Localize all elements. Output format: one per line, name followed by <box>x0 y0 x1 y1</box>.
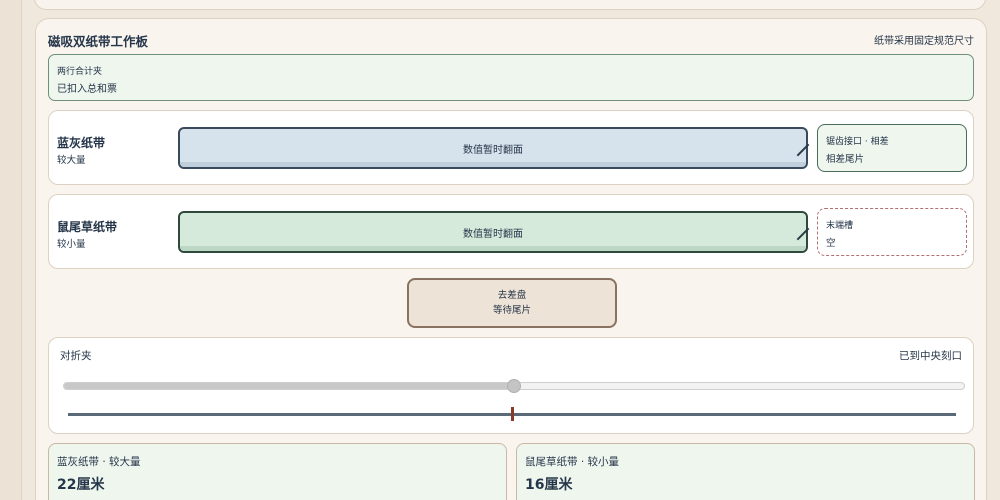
result-value: 22厘米 <box>57 477 105 493</box>
fold-clip-panel: 对折夹 已到中央刻口 <box>48 337 974 434</box>
tape-bar-sage[interactable]: 数值暂时翻面 <box>178 211 808 253</box>
tape-bar-blue-gray[interactable]: 数值暂时翻面 <box>178 127 808 169</box>
tape-name: 蓝灰纸带 <box>57 136 106 150</box>
tape-quantity: 较大量 <box>57 155 86 166</box>
tape-quantity: 较小量 <box>57 239 86 250</box>
tape-row-sage: 鼠尾草纸带 较小量 数值暂时翻面 末端槽 空 <box>48 194 974 269</box>
previous-card <box>34 0 986 10</box>
tape-end-slot[interactable]: 末端槽 空 <box>817 208 967 256</box>
slot-label: 锯齿接口 · 相差 <box>826 137 889 147</box>
slot-value: 空 <box>826 238 836 249</box>
fold-slider[interactable] <box>63 379 965 393</box>
fold-clip-label: 对折夹 <box>60 350 92 362</box>
sum-clip[interactable]: 两行合计夹 已扣入总和票 <box>48 54 974 101</box>
fold-clip-status: 已到中央刻口 <box>899 350 962 362</box>
difference-tray[interactable]: 去差盘 等待尾片 <box>407 278 617 328</box>
center-ruler <box>68 407 956 421</box>
result-label: 鼠尾草纸带 · 较小量 <box>525 456 620 468</box>
result-value: 16厘米 <box>525 477 573 493</box>
tape-row-blue-gray: 蓝灰纸带 较大量 数值暂时翻面 锯齿接口 · 相差 相差尾片 <box>48 110 974 185</box>
tape-workboard: 磁吸双纸带工作板 纸带采用固定规范尺寸 两行合计夹 已扣入总和票 蓝灰纸带 较大… <box>35 18 987 500</box>
board-note: 纸带采用固定规范尺寸 <box>874 36 974 47</box>
result-label: 蓝灰纸带 · 较大量 <box>57 456 141 468</box>
sum-clip-label: 两行合计夹 <box>57 67 103 77</box>
result-card-sage: 鼠尾草纸带 · 较小量 16厘米 <box>516 443 975 500</box>
difference-tray-status: 等待尾片 <box>492 305 531 316</box>
center-notch-mark <box>511 407 514 421</box>
difference-tray-label: 去差盘 <box>497 290 527 301</box>
tape-name: 鼠尾草纸带 <box>57 220 118 234</box>
left-sidebar-strip <box>0 0 22 500</box>
slot-label: 末端槽 <box>826 221 854 231</box>
slot-value: 相差尾片 <box>826 154 865 165</box>
fold-slider-thumb[interactable] <box>507 379 521 393</box>
fold-slider-fill <box>64 383 514 389</box>
result-card-blue-gray: 蓝灰纸带 · 较大量 22厘米 <box>48 443 507 500</box>
tape-end-slot[interactable]: 锯齿接口 · 相差 相差尾片 <box>817 124 967 172</box>
board-title: 磁吸双纸带工作板 <box>48 34 149 49</box>
sum-clip-status: 已扣入总和票 <box>57 84 117 95</box>
